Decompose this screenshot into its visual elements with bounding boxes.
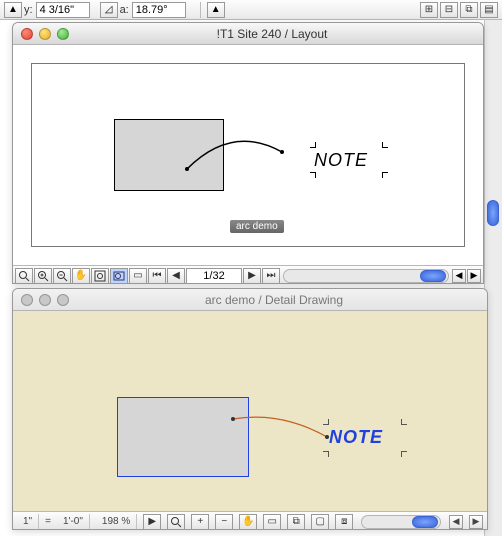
scale-right: 1'-0" xyxy=(57,514,90,530)
scroll-left-button-2[interactable]: ◀ xyxy=(449,515,463,529)
crop-mark-bl xyxy=(308,172,316,180)
a-value[interactable]: 18.79° xyxy=(132,2,186,18)
close-button[interactable] xyxy=(21,28,33,40)
close-button-2[interactable] xyxy=(21,294,33,306)
page-frame: NOTE arc demo xyxy=(31,63,465,247)
layout-title: !T1 Site 240 / Layout xyxy=(69,27,475,41)
zoom-out-button[interactable] xyxy=(53,268,71,284)
page-indicator[interactable]: 1/32 xyxy=(186,268,242,284)
detail-title: arc demo / Detail Drawing xyxy=(69,293,479,307)
detail-window: arc demo / Detail Drawing NOTE 1" = 1'-0… xyxy=(12,288,488,530)
layout-bottombar: ✋ ▭ ⏮ ◀ 1/32 ▶ ⏭ ◀ ▶ xyxy=(13,265,483,284)
toolbar-btn-1[interactable]: ⊞ xyxy=(420,2,438,18)
zoom-fit-button[interactable] xyxy=(91,268,109,284)
crop-mark-br xyxy=(382,172,390,180)
crop-mark-tr xyxy=(382,140,390,148)
detail-statusbar: 1" = 1'-0" 198 % ▶ + − ✋ ▭ ⧉ ▢ ⧈ ◀ ▶ xyxy=(13,511,487,530)
layout-canvas[interactable]: NOTE arc demo xyxy=(13,45,483,265)
nav-first-button[interactable]: ⏮ xyxy=(148,268,166,284)
toolbar-btn-3[interactable]: ⧉ xyxy=(460,2,478,18)
y-label: y: xyxy=(24,4,33,16)
hscroll-track-2[interactable] xyxy=(361,515,441,529)
crop-mark-tl xyxy=(308,140,316,148)
toolbar-btn-4[interactable]: ▤ xyxy=(480,2,498,18)
a-label: a: xyxy=(120,4,129,16)
crop-mark-tl-2 xyxy=(321,417,329,425)
note-annotation-2[interactable]: NOTE xyxy=(329,427,383,448)
detail-titlebar[interactable]: arc demo / Detail Drawing xyxy=(13,289,487,311)
nav-next-button[interactable]: ▶ xyxy=(243,268,261,284)
zoom-extra-button-2[interactable]: ⧈ xyxy=(335,514,353,530)
scroll-left-button[interactable]: ◀ xyxy=(452,269,466,283)
hscroll-thumb-2[interactable] xyxy=(412,516,438,528)
detail-frame: NOTE xyxy=(13,311,487,511)
scroll-right-button[interactable]: ▶ xyxy=(467,269,481,283)
zoom-fit-button-2[interactable]: ▭ xyxy=(263,514,281,530)
scale-equals: = xyxy=(45,516,51,527)
layout-window: !T1 Site 240 / Layout NOTE arc demo ✋ ▭ … xyxy=(12,22,484,284)
zoom-button[interactable] xyxy=(57,28,69,40)
a-field: a: 18.79° xyxy=(120,2,186,18)
zoom-page-button-2[interactable]: ▢ xyxy=(311,514,329,530)
zoom-in-button-2[interactable]: + xyxy=(191,514,209,530)
scale-left: 1" xyxy=(17,514,39,530)
angle-icon: ◿ xyxy=(100,2,118,18)
zoom-out-button-2[interactable]: − xyxy=(215,514,233,530)
hscroll-thumb[interactable] xyxy=(420,270,446,282)
separator xyxy=(200,2,201,18)
traffic-lights-2 xyxy=(21,294,69,306)
y-field: y: 4 3/16" xyxy=(24,2,90,18)
y-value[interactable]: 4 3/16" xyxy=(36,2,90,18)
zoom-readout[interactable]: 198 % xyxy=(96,514,137,530)
rectangle-shape-2[interactable] xyxy=(117,397,249,477)
pan-button-2[interactable]: ✋ xyxy=(239,514,257,530)
nav-prev-button[interactable]: ◀ xyxy=(167,268,185,284)
top-info-bar: ▲ y: 4 3/16" ◿ a: 18.79° ▲ ⊞ ⊟ ⧉ ▤ xyxy=(0,0,502,20)
zoom-marquee-button[interactable] xyxy=(110,268,128,284)
note-annotation[interactable]: NOTE xyxy=(314,150,368,171)
toolbar-btn-2[interactable]: ⊟ xyxy=(440,2,458,18)
crop-mark-bl-2 xyxy=(321,451,329,459)
scroll-right-button-2[interactable]: ▶ xyxy=(469,515,483,529)
detail-canvas[interactable]: NOTE xyxy=(13,311,487,511)
crop-mark-br-2 xyxy=(401,451,409,459)
nav-last-button[interactable]: ⏭ xyxy=(262,268,280,284)
minimize-button-2[interactable] xyxy=(39,294,51,306)
crop-mark-tr-2 xyxy=(401,417,409,425)
traffic-lights xyxy=(21,28,69,40)
tool-icon[interactable]: ▲ xyxy=(207,2,225,18)
minimize-button[interactable] xyxy=(39,28,51,40)
anchor-icon: ▲ xyxy=(4,2,22,18)
hscroll-track[interactable] xyxy=(283,269,449,283)
zoom-in-button[interactable] xyxy=(34,268,52,284)
pan-button[interactable]: ✋ xyxy=(72,268,90,284)
zoom-actual-button-2[interactable] xyxy=(167,514,185,530)
layout-titlebar[interactable]: !T1 Site 240 / Layout xyxy=(13,23,483,45)
zoom-marquee-button-2[interactable]: ⧉ xyxy=(287,514,305,530)
rectangle-shape[interactable] xyxy=(114,119,224,191)
detail-caption[interactable]: arc demo xyxy=(230,220,284,233)
zoom-actual-button[interactable] xyxy=(15,268,33,284)
zoom-button-2[interactable] xyxy=(57,294,69,306)
vscroll-thumb-1[interactable] xyxy=(487,200,499,226)
zoom-page-button[interactable]: ▭ xyxy=(129,268,147,284)
play-button[interactable]: ▶ xyxy=(143,514,161,530)
